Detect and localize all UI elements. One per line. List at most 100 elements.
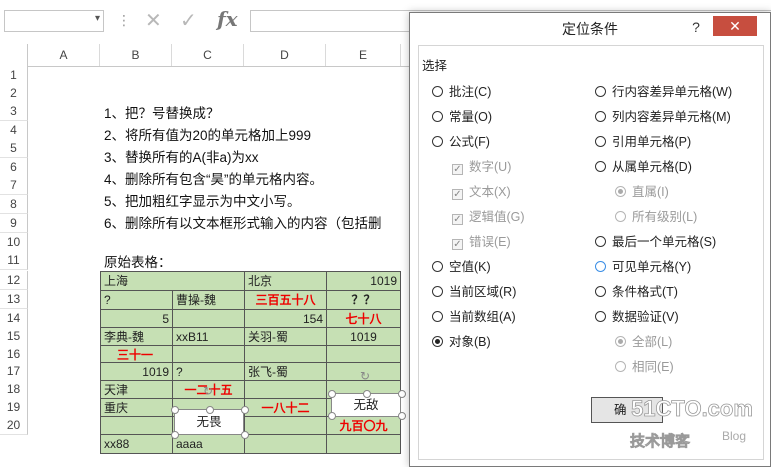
cell-d16[interactable]: 张飞-蜀 [244,362,327,382]
radio-icon[interactable] [615,361,626,372]
radio-icon[interactable] [615,211,626,222]
cell-b12[interactable]: ? [100,290,173,310]
radio-icon[interactable] [595,286,606,297]
cell-b18[interactable]: 重庆 [100,398,173,418]
help-button[interactable]: ? [688,19,704,37]
row-header-12[interactable]: 12 [0,271,28,290]
cancel-icon[interactable]: ✕ [145,8,162,33]
option-right-5[interactable]: 所有级别(L) [615,207,697,227]
cell-e20[interactable] [326,434,401,454]
option-right-4[interactable]: 直属(I) [615,182,669,202]
checkbox-icon[interactable]: ✓ [452,214,463,225]
cell-b11[interactable]: 上海 [100,271,245,291]
cell-d18[interactable]: 一八十二 [244,398,327,418]
row-header-2[interactable]: 2 [0,84,28,103]
resize-handle[interactable] [206,406,214,414]
resize-handle[interactable] [328,412,336,420]
option-left-4[interactable]: ✓ 文本(X) [452,182,511,202]
row-header-15[interactable]: 15 [0,327,28,346]
cell-c12[interactable]: 曹操-魏 [172,290,245,310]
option-right-0[interactable]: 行内容差异单元格(W) [595,82,732,102]
option-right-11[interactable]: 相同(E) [615,357,674,377]
option-left-9[interactable]: 当前数组(A) [432,307,516,327]
checkbox-icon[interactable]: ✓ [452,189,463,200]
radio-icon[interactable] [432,261,443,272]
option-left-8[interactable]: 当前区域(R) [432,282,516,302]
cell-b17[interactable]: 天津 [100,380,173,400]
cell-d20[interactable] [244,434,327,454]
cell-b14[interactable]: 李典-魏 [100,327,173,347]
cell-c13[interactable] [172,309,245,329]
resize-handle[interactable] [171,406,179,414]
option-right-10[interactable]: 全部(L) [615,332,672,352]
row-header-9[interactable]: 9 [0,214,28,233]
radio-icon[interactable] [615,336,626,347]
cell-d19[interactable] [244,416,327,436]
chevron-down-icon[interactable]: ▾ [95,13,100,24]
row-header-1[interactable]: 1 [0,66,28,85]
radio-icon[interactable] [432,136,443,147]
row-header-6[interactable]: 6 [0,158,28,177]
row-header-10[interactable]: 10 [0,233,28,252]
enter-icon[interactable]: ✓ [180,8,197,33]
row-header-8[interactable]: 8 [0,195,28,214]
rotate-handle-icon[interactable]: ↻ [360,369,370,383]
cell-d14[interactable]: 关羽-蜀 [244,327,327,347]
resize-handle[interactable] [241,406,249,414]
resize-handle[interactable] [398,412,406,420]
option-left-0[interactable]: 批注(C) [432,82,491,102]
option-left-2[interactable]: 公式(F) [432,132,490,152]
option-right-6[interactable]: 最后一个单元格(S) [595,232,716,252]
cell-e11[interactable]: 1019 [326,271,401,291]
option-right-9[interactable]: 数据验证(V) [595,307,679,327]
column-header-e[interactable]: E [326,44,401,66]
insert-function-icon[interactable]: fx [217,7,238,31]
option-right-7[interactable]: 可见单元格(Y) [595,257,691,277]
radio-icon[interactable] [595,311,606,322]
cell-e12[interactable]: ？？ [326,290,401,310]
radio-icon[interactable] [595,86,606,97]
column-header-b[interactable]: B [100,44,172,66]
column-header-c[interactable]: C [172,44,244,66]
resize-handle[interactable] [171,431,179,439]
cell-c14[interactable]: xxB11 [172,327,245,347]
cell-b16[interactable]: 1019 [100,362,173,382]
row-header-11[interactable]: 11 [0,251,28,270]
cell-c20[interactable]: aaaa [172,434,245,454]
row-header-13[interactable]: 13 [0,290,28,309]
option-left-1[interactable]: 常量(O) [432,107,492,127]
resize-handle[interactable] [328,390,336,398]
cell-e19[interactable]: 九百〇九 [326,416,401,436]
checkbox-icon[interactable]: ✓ [452,239,463,250]
cell-d11[interactable]: 北京 [244,271,327,291]
row-header-18[interactable]: 18 [0,380,28,399]
cell-b19[interactable] [100,416,173,436]
row-header-17[interactable]: 17 [0,362,28,381]
radio-icon[interactable] [595,136,606,147]
row-header-3[interactable]: 3 [0,102,28,121]
radio-icon[interactable] [595,111,606,122]
rotate-handle-icon[interactable]: ↻ [203,384,213,398]
radio-icon[interactable] [432,336,443,347]
option-left-3[interactable]: ✓ 数字(U) [452,157,511,177]
row-header-4[interactable]: 4 [0,121,28,140]
radio-icon[interactable] [595,261,606,272]
radio-icon[interactable] [432,286,443,297]
row-header-20[interactable]: 20 [0,416,28,435]
cell-d12[interactable]: 三百五十八 [244,290,327,310]
column-header-d[interactable]: D [244,44,326,66]
option-right-2[interactable]: 引用单元格(P) [595,132,691,152]
radio-icon[interactable] [595,161,606,172]
radio-icon[interactable] [432,86,443,97]
option-left-7[interactable]: 空值(K) [432,257,491,277]
radio-icon[interactable] [432,111,443,122]
option-left-5[interactable]: ✓ 逻辑值(G) [452,207,525,227]
resize-handle[interactable] [398,390,406,398]
cell-b20[interactable]: xx88 [100,434,173,454]
radio-icon[interactable] [595,236,606,247]
row-header-19[interactable]: 19 [0,398,28,417]
select-all-corner[interactable] [0,44,28,66]
close-button[interactable]: ✕ [713,16,757,36]
row-header-5[interactable]: 5 [0,139,28,158]
name-box[interactable]: ▾ [4,10,104,32]
